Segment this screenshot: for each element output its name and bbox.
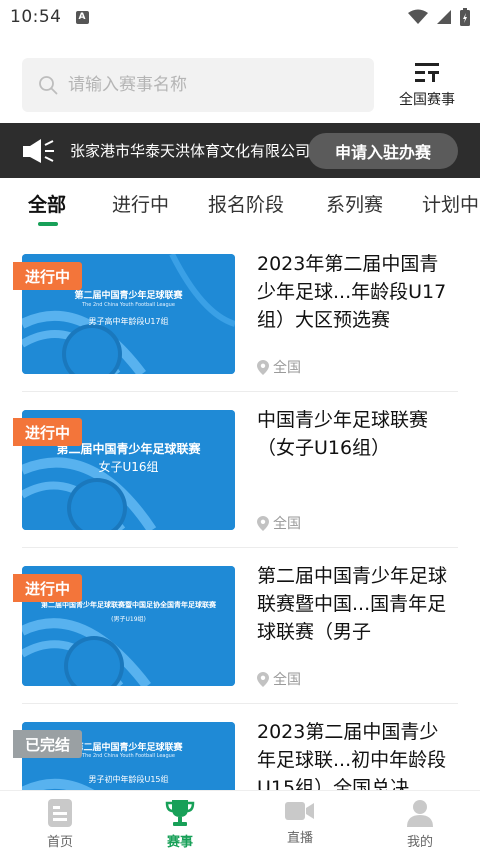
nav-profile[interactable]: 我的 (360, 791, 480, 853)
megaphone-icon (23, 138, 54, 163)
bottom-nav: 首页 赛事 直播 我的 (0, 790, 480, 853)
event-location: 全国 (257, 513, 301, 533)
event-title: 中国青少年足球联赛（女子U16组） (257, 409, 429, 459)
event-card[interactable]: 第二届中国青少年足球联赛暨中国足协全国青年足球联赛 (男子U19组) 进行中 第… (13, 548, 458, 704)
filter-tabs: 全部 进行中 报名阶段 系列赛 计划中 (0, 178, 480, 230)
nav-home[interactable]: 首页 (0, 791, 120, 853)
search-input[interactable] (68, 75, 328, 95)
status-time: 10:54 (10, 7, 62, 27)
nav-label: 首页 (46, 835, 73, 850)
status-indicators (408, 8, 470, 26)
event-card[interactable]: 第二届中国青少年足球联赛 女子U16组 进行中 中国青少年足球联赛（女子U16组… (13, 392, 458, 548)
event-location-text: 全国 (273, 516, 301, 532)
status-badge: 进行中 (13, 418, 83, 446)
tab-ongoing[interactable]: 进行中 (112, 190, 169, 217)
thumb-subtitle: The 2nd China Youth Football League (82, 302, 175, 308)
home-doc-icon (48, 799, 72, 827)
notification-a-icon: A (75, 10, 89, 24)
thumb-group: (男子U19组) (111, 616, 146, 623)
wifi-icon (408, 9, 428, 24)
banner-text: 张家港市华泰天洪体育文化有限公司 (70, 142, 311, 160)
announcement-banner[interactable]: 张家港市华泰天洪体育文化有限公司 申请入驻办赛 (0, 123, 480, 178)
signal-icon (437, 10, 451, 24)
battery-icon (460, 8, 470, 26)
search-box[interactable] (22, 58, 374, 112)
nav-label: 赛事 (166, 835, 193, 850)
location-pin-icon (257, 359, 269, 375)
location-pin-icon (257, 515, 269, 531)
thumb-group: 女子U16组 (98, 460, 159, 474)
status-badge: 已完结 (13, 730, 83, 758)
event-location-text: 全国 (273, 672, 301, 688)
person-icon (407, 800, 433, 827)
tab-all[interactable]: 全部 (28, 190, 66, 217)
tab-series[interactable]: 系列赛 (326, 190, 383, 217)
search-icon (39, 76, 58, 95)
trophy-icon (165, 800, 195, 826)
search-header: 全国赛事 (22, 58, 462, 112)
all-events-label: 全国赛事 (399, 92, 455, 108)
event-location: 全国 (257, 357, 301, 377)
tab-planned[interactable]: 计划中 (422, 190, 479, 217)
apply-host-button[interactable]: 申请入驻办赛 (308, 133, 458, 169)
all-events-button[interactable]: 全国赛事 (392, 61, 462, 109)
video-camera-icon (285, 802, 314, 820)
tab-registration[interactable]: 报名阶段 (208, 190, 284, 217)
thumb-group: 男子高中年龄段U17组 (88, 317, 169, 326)
event-title: 2023年第二届中国青少年足球...年龄段U17组）大区预选赛 (257, 253, 447, 331)
thumb-group: 男子初中年龄段U15组 (88, 775, 169, 784)
nav-events[interactable]: 赛事 (120, 791, 240, 853)
active-tab-indicator (38, 222, 58, 226)
event-location-text: 全国 (273, 360, 301, 376)
filter-list-icon (415, 63, 439, 82)
event-card[interactable]: 第二届中国青少年足球联赛 The 2nd China Youth Footbal… (13, 236, 458, 392)
event-title: 第二届中国青少年足球联赛暨中国...国青年足球联赛（男子 (257, 565, 448, 643)
nav-live[interactable]: 直播 (240, 791, 360, 853)
status-badge: 进行中 (13, 574, 83, 602)
status-bar: 10:54 A (0, 0, 480, 34)
nav-label: 直播 (286, 831, 313, 846)
nav-label: 我的 (406, 835, 433, 850)
location-pin-icon (257, 671, 269, 687)
status-badge: 进行中 (13, 262, 83, 290)
event-location: 全国 (257, 669, 301, 689)
